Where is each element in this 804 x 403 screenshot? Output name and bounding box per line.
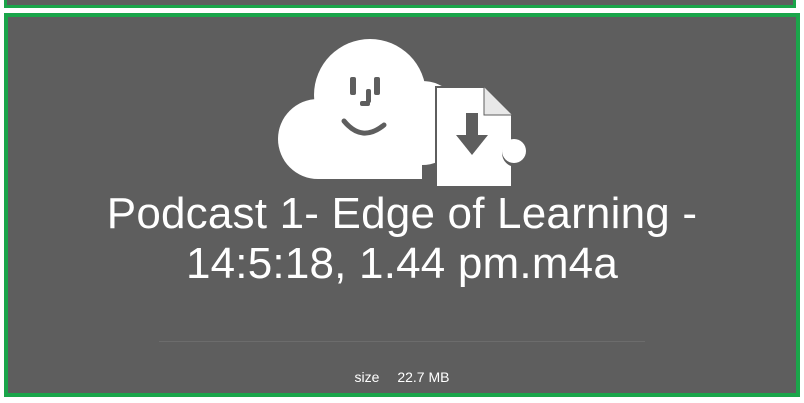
file-name-line-1: Podcast 1- Edge of Learning - <box>106 189 698 238</box>
previous-item-strip <box>0 0 804 14</box>
file-name-title: Podcast 1- Edge of Learning - 14:5:18, 1… <box>8 189 796 289</box>
details-divider <box>159 341 645 342</box>
previous-item-panel <box>4 0 796 8</box>
file-size-value: 22.7 MB <box>397 369 450 385</box>
cloud-face-download-icon <box>278 39 530 188</box>
file-size-row: size 22.7 MB <box>8 369 796 385</box>
file-size-label: size <box>354 369 380 385</box>
file-name-line-2: 14:5:18, 1.44 pm.m4a <box>185 239 619 288</box>
file-preview-panel[interactable]: Podcast 1- Edge of Learning - 14:5:18, 1… <box>4 13 800 397</box>
